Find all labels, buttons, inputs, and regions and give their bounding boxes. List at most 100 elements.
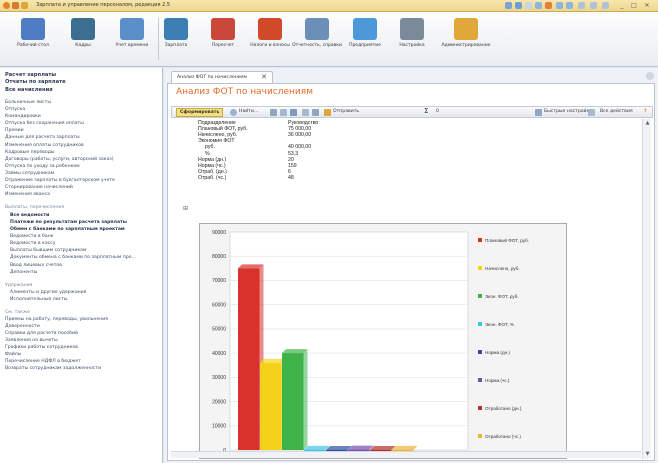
sidebar-item[interactable]: Приемы на работу, переводы, увольнения (5, 317, 108, 322)
sidebar-item[interactable]: Отпуска (5, 107, 25, 112)
sidebar-item[interactable]: Изменения оплаты сотрудников (5, 143, 84, 148)
sidebar-item[interactable]: Заявления на вычеты (5, 338, 58, 343)
sidebar-item-main[interactable]: Все ведомости (10, 213, 49, 218)
recalc-icon (211, 18, 235, 40)
sidebar-item[interactable]: Отражение зарплаты в бухгалтерском учете (5, 178, 115, 183)
forward-icon[interactable] (21, 2, 28, 9)
toolbar-icon-10[interactable] (602, 2, 609, 9)
sidebar-group-title: Выплаты, перечисления (5, 205, 65, 211)
report-row-value: 6 (288, 168, 291, 175)
sum-icon[interactable]: Σ (424, 107, 428, 115)
sidebar-section-link[interactable]: Расчет зарплаты (5, 72, 56, 78)
section-enterprise-button[interactable]: Предприятие (340, 16, 390, 64)
sidebar-item[interactable]: Сторнирование начислений (5, 185, 73, 190)
sidebar-item[interactable]: Отпуска по уходу за ребенком (5, 164, 80, 169)
scroll-up-arrow[interactable]: ▲ (644, 120, 651, 127)
sidebar-item[interactable]: Возвраты сотрудникам задолженности (5, 366, 101, 371)
toolbar-icon-7[interactable] (566, 2, 573, 9)
toolbar-icon-1[interactable] (505, 2, 512, 9)
sidebar-item-main[interactable]: Обмен с банками по зарплатным проектам (10, 227, 125, 232)
sidebar-item[interactable]: Премии (5, 128, 24, 133)
section-hr-button[interactable]: Кадры (58, 16, 108, 64)
sidebar-item[interactable]: Отпуска без сохранения оплаты (5, 121, 84, 126)
sidebar-item[interactable]: Перечисление НДФЛ в бюджет (5, 359, 81, 364)
toolbar-icon-3[interactable] (525, 2, 532, 9)
maximize-button[interactable]: □ (630, 2, 638, 9)
toolbar-icon-5[interactable] (545, 2, 552, 9)
close-tab-icon[interactable]: ✕ (261, 73, 267, 81)
toolbar-icon-9[interactable] (590, 2, 597, 9)
tab-fot-analysis[interactable]: Анализ ФОТ по начислениям ✕ (171, 71, 273, 83)
sidebar-item[interactable]: Файлы (5, 352, 21, 357)
send-button[interactable]: Отправить (333, 109, 359, 114)
section-label: Администрирование (441, 43, 491, 48)
quick-settings-button[interactable]: Быстрые настройки (544, 109, 592, 114)
y-tick-label: 90000 (212, 230, 226, 236)
legend-label: Экон. ФОТ, руб. (485, 294, 519, 299)
settings-icon[interactable] (312, 109, 319, 116)
y-tick-label: 60000 (212, 302, 226, 308)
sidebar-item-main[interactable]: Платежи по результатам расчета зарплаты (10, 220, 127, 225)
back-icon[interactable] (12, 2, 19, 9)
section-reports-button[interactable]: Отчетность, справки (292, 16, 342, 64)
save-icon[interactable] (290, 109, 297, 116)
sidebar-item[interactable]: Выплаты бывшим сотрудникам (10, 248, 86, 253)
close-window-button[interactable]: ✕ (643, 2, 651, 9)
expand-group-icon[interactable]: ⊞ (183, 205, 188, 212)
sidebar-item[interactable]: Ведомости в банк (10, 234, 53, 239)
toolbar-icon-6[interactable] (556, 2, 563, 9)
toolbar-icon-4[interactable] (535, 2, 542, 9)
toolbar-icon-2[interactable] (515, 2, 522, 9)
bar-3 (282, 353, 304, 450)
section-salary-button[interactable]: Зарплата (151, 16, 201, 64)
generate-button[interactable]: Сформировать (176, 108, 224, 117)
horizontal-scrollbar[interactable] (171, 451, 641, 458)
copy-icon[interactable] (280, 109, 287, 116)
sidebar-item[interactable]: Кадровые переводы (5, 150, 55, 155)
print-icon[interactable] (270, 109, 277, 116)
sidebar-item[interactable]: Командировки (5, 114, 41, 119)
toolbar-icon-8[interactable] (578, 2, 585, 9)
sidebar-item[interactable]: Алименты и другие удержания (10, 290, 86, 295)
sidebar-item[interactable]: Договоры (работы, услуги, авторский зака… (5, 157, 114, 162)
sidebar-item[interactable]: Данные для расчета зарплаты (5, 135, 80, 140)
sidebar-group-title: См. также (5, 310, 30, 316)
sidebar-item[interactable]: Документы обмена с банками по зарплатным… (10, 255, 136, 260)
layout-icon[interactable] (588, 109, 595, 116)
sidebar-item[interactable]: Больничные листы (5, 100, 51, 105)
help-icon[interactable]: ? (644, 109, 647, 114)
scroll-down-arrow[interactable]: ▼ (644, 451, 651, 458)
y-tick-label: 80000 (212, 254, 226, 260)
report-row-value: 20 (288, 156, 294, 163)
sidebar-item[interactable]: Депоненты (10, 270, 37, 275)
section-taxes-button[interactable]: Налоги и взносы (245, 16, 295, 64)
report-row-label: Отраб. (чс.) (198, 174, 227, 181)
sidebar-item[interactable]: Справки для расчета пособий (5, 331, 78, 336)
search-icon[interactable] (230, 109, 237, 116)
mail-icon[interactable] (324, 109, 331, 116)
sidebar-item[interactable]: Исполнительные листы (10, 297, 68, 302)
sidebar-section-link[interactable]: Все начисления (5, 87, 53, 93)
preview-icon[interactable] (302, 109, 309, 116)
vertical-scrollbar[interactable]: ▲ ▼ (642, 119, 651, 459)
sidebar-section-link[interactable]: Отчеты по зарплате (5, 79, 66, 85)
sidebar-item[interactable]: Займы сотрудникам (5, 171, 54, 176)
minimize-button[interactable]: _ (618, 2, 626, 9)
section-time-button[interactable]: Учет времени (107, 16, 157, 64)
all-actions-button[interactable]: Все действия (600, 109, 633, 114)
quick-settings-icon[interactable] (535, 109, 542, 116)
report-row-value: 48 (288, 174, 294, 181)
section-desktop-button[interactable]: Рабочий стол (8, 16, 58, 64)
sidebar-item[interactable]: Графики работы сотрудников (5, 345, 78, 350)
sidebar-item[interactable]: Ввод лицевых счетов (10, 263, 62, 268)
section-recalc-button[interactable]: Пересчет (198, 16, 248, 64)
section-admin-button[interactable]: Администрирование (434, 16, 498, 64)
find-button[interactable]: Найти... (239, 109, 258, 114)
sidebar-item[interactable]: Ведомости в кассу (10, 241, 55, 246)
tabs-menu-icon[interactable] (646, 72, 654, 80)
legend-swatch (478, 406, 482, 410)
section-settings-button[interactable]: Настройка (387, 16, 437, 64)
sidebar-item[interactable]: Доверенности (5, 324, 40, 329)
sidebar-item[interactable]: Изменения аванса (5, 192, 50, 197)
section-label: Отчетность, справки (292, 43, 342, 48)
